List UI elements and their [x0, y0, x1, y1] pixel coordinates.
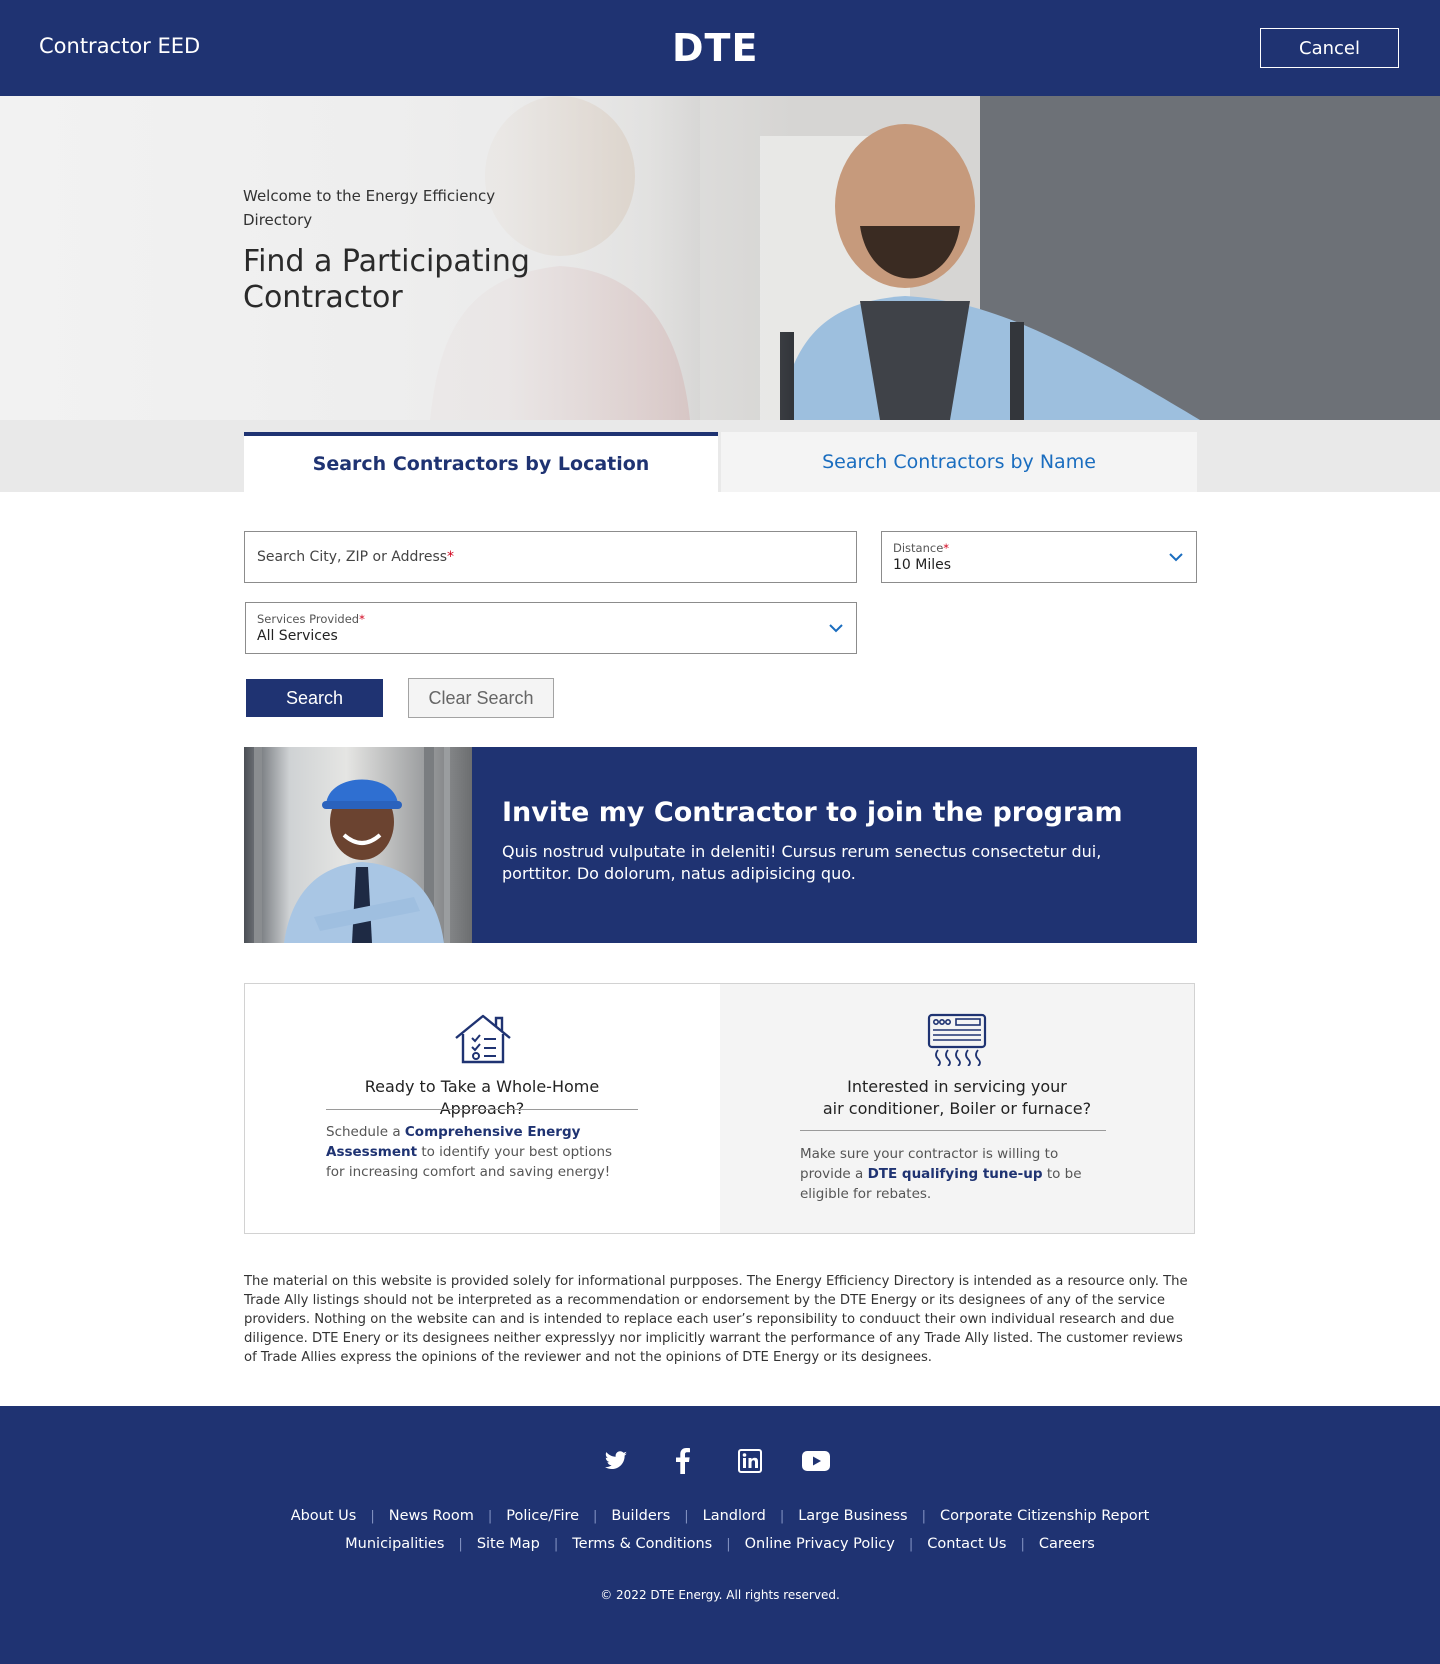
- facebook-icon[interactable]: [669, 1447, 697, 1475]
- twitter-icon[interactable]: [602, 1447, 630, 1475]
- distance-select[interactable]: Distance* 10 Miles: [881, 531, 1197, 583]
- footer-link-large-business[interactable]: Large Business: [798, 1508, 907, 1524]
- services-label: Services Provided*: [257, 612, 365, 626]
- tab-search-by-location[interactable]: Search Contractors by Location: [244, 432, 718, 492]
- chevron-down-icon: [829, 624, 843, 633]
- whole-home-card: Ready to Take a Whole-Home Approach? Sch…: [245, 984, 720, 1233]
- whole-home-body: Schedule a Comprehensive Energy Assessme…: [326, 1124, 613, 1180]
- tune-up-link[interactable]: DTE qualifying tune-up: [868, 1166, 1043, 1182]
- site-footer: [0, 1406, 1440, 1664]
- footer-link-builders[interactable]: Builders: [611, 1508, 670, 1524]
- dte-logo[interactable]: DTE: [672, 28, 758, 68]
- footer-link-about-us[interactable]: About Us: [291, 1508, 357, 1524]
- hero-text-block: Welcome to the Energy Efficiency Directo…: [243, 184, 563, 316]
- page-title: Find a Participating Contractor: [243, 244, 530, 315]
- cancel-button[interactable]: Cancel: [1260, 28, 1399, 68]
- tab-search-by-name[interactable]: Search Contractors by Name: [721, 432, 1197, 492]
- disclaimer-text: The material on this website is provided…: [244, 1274, 1188, 1365]
- location-search-input[interactable]: Search City, ZIP or Address*: [244, 531, 857, 583]
- invite-contractor-banner[interactable]: Invite my Contractor to join the program…: [244, 747, 1197, 943]
- footer-links-row-1: About Us | News Room | Police/Fire | Bui…: [0, 1508, 1440, 1524]
- invite-body: Quis nostrud vulputate in deleniti! Curs…: [502, 842, 1102, 883]
- info-cards: Ready to Take a Whole-Home Approach? Sch…: [244, 983, 1195, 1234]
- contractor-photo: [244, 747, 472, 943]
- hero-photo: [0, 96, 1440, 420]
- copyright-text: © 2022 DTE Energy. All rights reserved.: [600, 1588, 840, 1602]
- footer-link-site-map[interactable]: Site Map: [477, 1536, 540, 1552]
- footer-link-news-room[interactable]: News Room: [389, 1508, 474, 1524]
- hvac-service-body: Make sure your contractor is willing to …: [800, 1146, 1082, 1202]
- services-value: All Services: [257, 628, 338, 644]
- divider: [800, 1130, 1106, 1131]
- whole-home-title: Ready to Take a Whole-Home Approach?: [364, 1077, 600, 1118]
- distance-label: Distance*: [893, 541, 950, 555]
- site-header: Contractor EED DTE Cancel: [0, 0, 1440, 96]
- separator: |: [779, 1508, 785, 1524]
- separator: |: [726, 1536, 731, 1552]
- hvac-service-card: Interested in servicing your air conditio…: [720, 984, 1194, 1233]
- hvac-unit-icon: [927, 1013, 987, 1066]
- services-select[interactable]: Services Provided* All Services: [245, 602, 857, 654]
- chevron-down-icon: [1169, 553, 1183, 562]
- separator: |: [684, 1508, 689, 1524]
- separator: |: [458, 1536, 463, 1552]
- hero-kicker: Welcome to the Energy Efficiency Directo…: [243, 187, 496, 229]
- footer-link-municipalities[interactable]: Municipalities: [345, 1536, 444, 1552]
- youtube-icon[interactable]: [802, 1447, 830, 1475]
- divider: [326, 1109, 638, 1110]
- invite-title: Invite my Contractor to join the program: [502, 797, 1123, 828]
- search-button[interactable]: Search: [246, 679, 383, 717]
- footer-links-row-2: Municipalities | Site Map | Terms & Cond…: [0, 1536, 1440, 1552]
- location-search-placeholder: Search City, ZIP or Address*: [257, 549, 455, 565]
- footer-link-contact-us[interactable]: Contact Us: [927, 1536, 1006, 1552]
- separator: |: [921, 1508, 926, 1524]
- footer-link-police-fire[interactable]: Police/Fire: [506, 1508, 579, 1524]
- separator: |: [593, 1508, 598, 1524]
- linkedin-icon[interactable]: [736, 1447, 764, 1475]
- footer-link-privacy-policy[interactable]: Online Privacy Policy: [745, 1536, 895, 1552]
- app-title: Contractor EED: [39, 34, 201, 58]
- hvac-service-title: Interested in servicing your air conditio…: [822, 1077, 1092, 1118]
- separator: |: [370, 1508, 375, 1524]
- footer-link-terms[interactable]: Terms & Conditions: [572, 1536, 712, 1552]
- clear-search-button[interactable]: Clear Search: [408, 678, 554, 718]
- separator: |: [908, 1536, 914, 1552]
- house-checklist-icon: [454, 1014, 511, 1064]
- separator: |: [1020, 1536, 1025, 1552]
- separator: |: [487, 1508, 493, 1524]
- separator: |: [553, 1536, 559, 1552]
- distance-value: 10 Miles: [893, 557, 952, 573]
- footer-link-landlord[interactable]: Landlord: [703, 1508, 766, 1524]
- footer-link-corporate-citizenship[interactable]: Corporate Citizenship Report: [940, 1508, 1149, 1524]
- hero-banner: Welcome to the Energy Efficiency Directo…: [0, 96, 1440, 420]
- footer-link-careers[interactable]: Careers: [1039, 1536, 1095, 1552]
- tab-strip: [0, 420, 1440, 492]
